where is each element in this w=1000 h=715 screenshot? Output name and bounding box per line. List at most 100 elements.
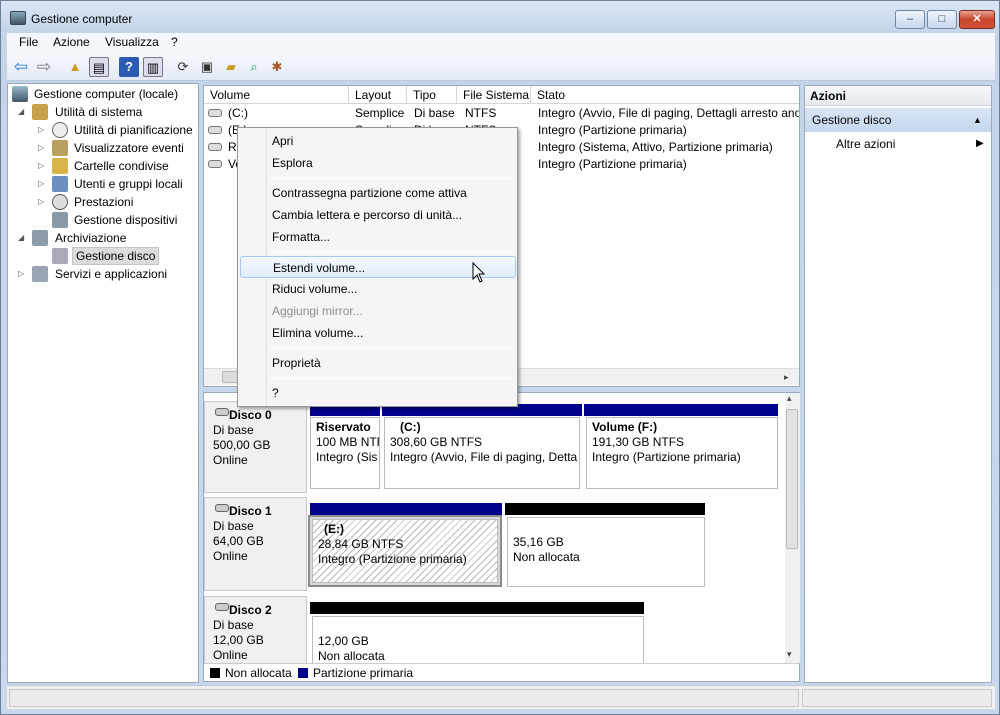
menu-item-properties[interactable]: Proprietà [238,352,517,374]
volume-icon [208,143,222,151]
partition-size: 100 MB NTF [316,435,380,449]
disk-name: Disco 1 [229,504,272,518]
column-header-tipo[interactable]: Tipo [407,86,457,104]
settings-icon[interactable]: ✱ [267,57,287,77]
partition-size: 12,00 GB [318,634,369,648]
cell-stato: Integro (Avvio, File di paging, Dettagli… [538,106,800,120]
partition-f[interactable]: Volume (F:) 191,30 GB NTFS Integro (Part… [586,417,778,489]
console-tree-icon[interactable]: ▤ [89,57,109,77]
services-icon [32,266,48,282]
partition-status: Non allocata [318,649,385,663]
status-panel [9,689,799,707]
menu-file[interactable]: File [19,35,38,49]
column-header-volume[interactable]: Volume [204,86,349,104]
legend-label: Non allocata [225,666,292,680]
disk-icon [215,603,229,611]
partition-c[interactable]: (C:) 308,60 GB NTFS Integro (Avvio, File… [384,417,580,489]
title-bar[interactable]: Gestione computer – □ ✕ [1,1,999,35]
close-button[interactable]: ✕ [959,10,995,29]
help-icon[interactable]: ? [119,57,139,77]
disk-icon [215,504,229,512]
details-icon[interactable]: ▥ [143,57,163,77]
open-icon[interactable]: ▰ [221,57,241,77]
disk-info[interactable]: Disco 1 Di base 64,00 GB Online [204,497,307,591]
tree-item-label: Gestione computer (locale) [34,87,179,101]
clock-icon [52,122,68,138]
menu-azione[interactable]: Azione [53,35,90,49]
collapse-icon[interactable]: ◢ [18,103,28,121]
cell-stato: Integro (Partizione primaria) [538,157,687,171]
minimize-button[interactable]: – [895,10,925,29]
event-viewer-icon [52,140,68,156]
scroll-up-icon[interactable]: ▴ [787,393,792,404]
menu-separator [268,178,514,179]
tree-item-label: Visualizzatore eventi [74,141,184,155]
menu-item-change-letter[interactable]: Cambia lettera e percorso di unità... [238,204,517,226]
legend-swatch-primary [298,668,308,678]
partition-label: Volume (F:) [592,420,658,434]
disk-size: 64,00 GB [213,534,264,548]
partition-reserved[interactable]: Riservato 100 MB NTF Integro (Sis [310,417,380,489]
partition-e[interactable]: (E:) 28,84 GB NTFS Integro (Partizione p… [312,519,498,583]
menu-item-mark-active[interactable]: Contrassegna partizione come attiva [238,182,517,204]
computer-icon [12,86,28,102]
partition-size: 35,16 GB [513,535,564,549]
menu-separator [268,378,514,379]
tree-item-label: Servizi e applicazioni [55,267,168,281]
menu-item-format[interactable]: Formatta... [238,226,517,248]
back-icon[interactable]: ⇦ [11,57,31,77]
forward-icon[interactable]: ⇨ [34,57,54,77]
tree-item-label: Archiviazione [55,231,127,245]
menu-item-help[interactable]: ? [238,382,517,404]
menu-visualizza[interactable]: Visualizza [105,35,159,49]
actions-title: Azioni [805,86,991,106]
partition-status: Integro (Sis [316,450,378,464]
vertical-scrollbar[interactable]: ▴ ▾ [785,393,800,663]
disk-icon [215,408,229,416]
column-header-layout[interactable]: Layout [349,86,407,104]
scrollbar-thumb[interactable] [786,409,798,549]
volume-icon [208,160,222,168]
cell-tipo: Di base [414,106,455,120]
scroll-down-icon[interactable]: ▾ [787,649,792,660]
cell-volume: (C:) [228,106,248,120]
disk-graph-view: Disco 0 Di base 500,00 GB Online Riserva… [203,392,800,682]
partition-unallocated[interactable]: 35,16 GB Non allocata [507,517,705,587]
partition-bar-unallocated [505,503,705,515]
tree-item-label: Utilità di sistema [55,105,143,119]
partition-label: (E:) [324,522,344,536]
menu-item-delete-volume[interactable]: Elimina volume... [238,322,517,344]
menu-help[interactable]: ? [171,35,178,49]
disk-info[interactable]: Disco 0 Di base 500,00 GB Online [204,401,307,493]
actions-pane: Azioni Gestione disco ▲ Altre azioni ▶ [804,85,992,683]
collapse-icon[interactable]: ◢ [18,229,28,247]
volume-icon [208,109,222,117]
disk-type: Di base [213,423,254,437]
table-row[interactable]: (C:) Semplice Di base NTFS Integro (Avvi… [204,105,800,122]
actions-section-disk-management[interactable]: Gestione disco ▲ [805,108,991,132]
disk-status: Online [213,453,248,467]
storage-icon [32,230,48,246]
search-icon[interactable]: ⌕ [244,57,264,77]
partition-size: 191,30 GB NTFS [592,435,685,449]
tree-item-label: Gestione disco [72,247,160,265]
collapse-up-icon[interactable]: ▲ [973,108,982,132]
actions-more[interactable]: Altre azioni ▶ [836,135,986,153]
menu-item-esplora[interactable]: Esplora [238,152,517,174]
column-header-stato[interactable]: Stato [531,86,799,104]
partition-status: Integro (Avvio, File di paging, Detta [390,450,578,464]
tree-item-label: Cartelle condivise [74,159,169,173]
scroll-right-icon[interactable]: ▸ [784,369,789,385]
maximize-button[interactable]: □ [927,10,957,29]
partition-bar-primary [310,503,502,515]
disk-status: Online [213,648,248,662]
disk-icon [52,248,68,264]
properties-icon[interactable]: ▣ [197,57,217,77]
shared-folder-icon [52,158,68,174]
disk-type: Di base [213,618,254,632]
menu-item-apri[interactable]: Apri [238,130,517,152]
refresh-icon[interactable]: ⟳ [173,57,193,77]
partition-status: Integro (Partizione primaria) [592,450,741,464]
folder-up-icon[interactable]: ▲ [65,57,85,77]
column-header-filesystem[interactable]: File Sistema [457,86,531,104]
